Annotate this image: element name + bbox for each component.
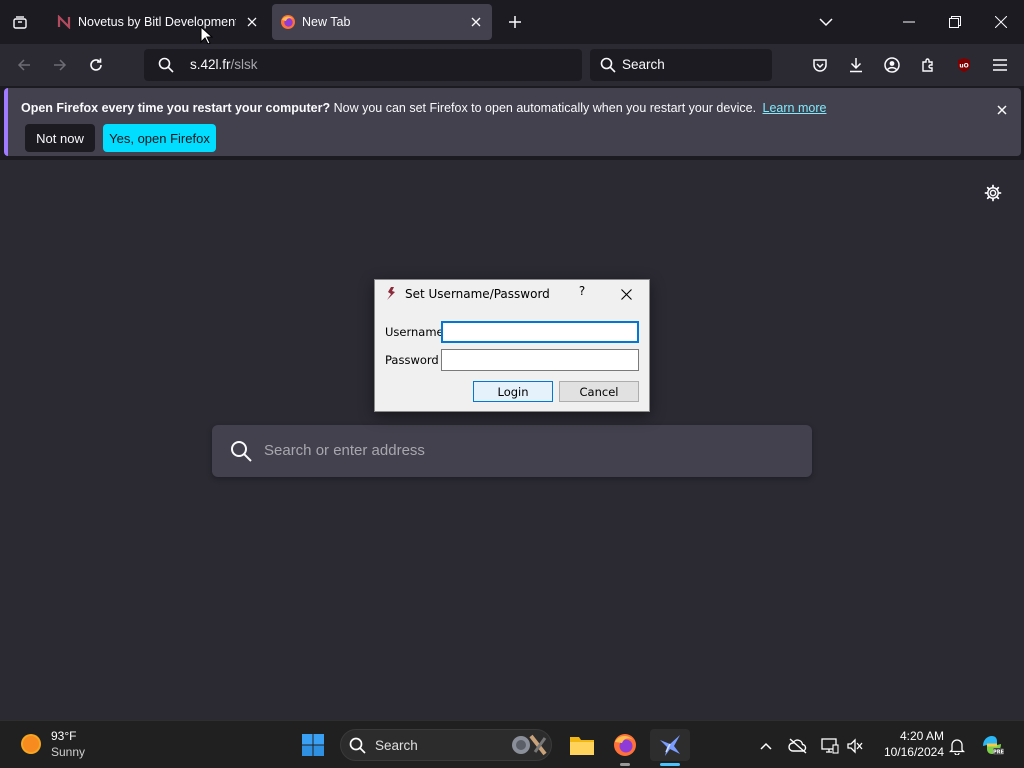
learn-more-link[interactable]: Learn more [763,101,827,115]
firefox-icon[interactable] [609,729,641,761]
dialog-title: Set Username/Password [405,287,550,301]
chevron-down-icon [819,18,833,27]
search-bar-placeholder: Search [622,57,665,72]
firefox-favicon-icon [280,14,296,30]
search-highlight-icon [507,732,549,758]
taskbar-search[interactable]: Search [340,729,552,761]
ublock-icon: uO [958,58,970,72]
tab-list-icon[interactable] [8,10,32,34]
close-icon[interactable] [242,12,262,32]
list-all-tabs-button[interactable] [814,10,838,34]
menu-icon [993,59,1007,71]
url-path: /slsk [230,57,258,72]
pocket-icon [813,59,827,72]
notification-bar: Open Firefox every time you restart your… [4,88,1021,156]
minimize-button[interactable] [886,0,932,44]
search-icon [158,57,174,73]
close-icon [995,16,1007,28]
username-label: Username [385,325,444,339]
address-bar[interactable]: s.42l.fr/slsk [144,49,582,81]
close-window-button[interactable] [978,0,1024,44]
novetus-icon [385,286,397,301]
novetus-icon[interactable] [650,729,690,761]
taskbar: 93°F Sunny Search 4:20 AM 10/16/2024 PRE [0,720,1024,768]
svg-text:uO: uO [959,63,968,70]
tab-novetus[interactable]: Novetus by Bitl Development Studio [46,4,268,40]
close-icon[interactable] [466,12,486,32]
newtab-search-placeholder: Search or enter address [264,442,425,459]
login-button[interactable]: Login [473,381,553,402]
tab-bar: Novetus by Bitl Development Studio New T… [0,0,1024,45]
gear-icon [984,184,1002,202]
novetus-favicon-icon [56,14,72,30]
forward-icon [54,59,67,71]
open-firefox-button[interactable]: Yes, open Firefox [103,124,216,152]
back-button[interactable] [10,51,38,79]
search-bar[interactable]: Search [590,49,772,81]
notification-text: Now you can set Firefox to open automati… [333,101,757,115]
close-notification-button[interactable] [992,100,1012,120]
new-tab-button[interactable] [503,10,527,34]
weather-desc: Sunny [51,745,86,759]
not-now-button[interactable]: Not now [25,124,95,152]
restore-button[interactable] [932,0,978,44]
reload-icon [90,58,102,71]
back-icon [17,59,30,71]
login-dialog: Set Username/Password ? Username Passwor… [374,279,650,412]
notification-bold-text: Open Firefox every time you restart your… [21,101,331,115]
display-icon[interactable] [819,735,841,757]
copilot-icon[interactable]: PRE [976,729,1008,761]
customize-button[interactable] [982,182,1004,204]
cloud-offline-icon[interactable] [787,735,809,757]
account-button[interactable] [878,51,906,79]
password-field[interactable] [441,349,639,371]
minimize-icon [903,21,915,23]
newtab-search-box[interactable]: Search or enter address [212,425,812,477]
active-indicator [660,763,680,766]
ublock-button[interactable]: uO [950,51,978,79]
chevron-up-icon[interactable] [755,735,777,757]
downloads-button[interactable] [842,51,870,79]
url-text: s.42l.fr/slsk [190,57,258,72]
search-icon [600,57,616,73]
new-tab-page: Search or enter address [0,160,1024,720]
running-indicator [620,763,630,766]
tab-new-tab[interactable]: New Tab [272,4,492,40]
pocket-button[interactable] [806,51,834,79]
weather-temp: 93°F [51,729,77,743]
reload-button[interactable] [82,51,110,79]
download-icon [850,58,862,73]
help-button[interactable]: ? [573,284,591,302]
notification-message: Open Firefox every time you restart your… [21,101,826,115]
svg-text:PRE: PRE [993,750,1005,756]
clock-time[interactable]: 4:20 AM [872,729,944,743]
search-icon [349,737,366,754]
plus-icon [509,16,521,28]
mouse-cursor [200,26,213,45]
clock-date[interactable]: 10/16/2024 [872,745,944,759]
close-dialog-button[interactable] [617,285,635,303]
password-label: Password [385,353,439,367]
speaker-muted-icon[interactable] [844,735,866,757]
cancel-button[interactable]: Cancel [559,381,639,402]
search-icon [230,440,252,462]
forward-button[interactable] [46,51,74,79]
restore-icon [949,16,961,28]
tab-title: New Tab [302,15,351,29]
username-field[interactable] [441,321,639,343]
app-menu-button[interactable] [986,51,1014,79]
file-explorer-icon[interactable] [566,729,598,761]
extensions-button[interactable] [914,51,942,79]
extensions-icon [922,58,933,72]
close-icon [997,105,1007,115]
url-host: s.42l.fr [190,57,231,72]
windows-start-icon[interactable] [297,729,329,761]
bell-icon[interactable] [946,735,968,757]
taskbar-search-label: Search [375,738,418,753]
account-icon [884,57,900,73]
close-icon [620,288,632,300]
weather-sun-icon[interactable] [20,733,42,755]
navigation-toolbar: s.42l.fr/slsk Search uO [0,44,1024,86]
